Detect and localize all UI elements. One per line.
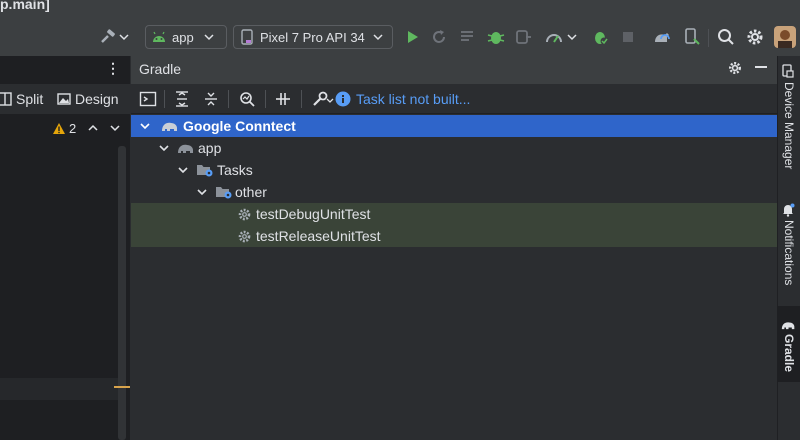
info-icon — [335, 91, 351, 107]
gradle-window-header — [131, 56, 777, 84]
chevron-down-icon[interactable] — [157, 141, 171, 155]
search-icon[interactable] — [716, 27, 736, 47]
tree-row-label: app — [198, 140, 222, 156]
chevron-down-icon — [373, 32, 383, 42]
android-icon — [146, 30, 172, 44]
folder-gear-icon — [215, 184, 233, 200]
chevron-down-icon[interactable] — [326, 93, 334, 111]
chevron-down-icon[interactable] — [176, 163, 190, 177]
phone-icon — [234, 29, 260, 45]
device-selector[interactable]: Pixel 7 Pro API 34 — [233, 25, 393, 49]
split-view-button[interactable]: Split — [0, 91, 43, 107]
tree-row-label: other — [235, 184, 267, 200]
chevron-down-icon[interactable] — [138, 119, 152, 133]
device-label: Pixel 7 Pro API 34 — [260, 29, 365, 45]
elephant-icon — [177, 141, 195, 155]
chevron-down-icon — [204, 32, 214, 42]
gear-icon — [236, 207, 252, 222]
device-mirror-icon[interactable] — [682, 27, 702, 47]
more-options-icon[interactable]: ⋮ — [106, 60, 120, 77]
avatar[interactable] — [774, 26, 796, 48]
device-manager-icon[interactable] — [781, 64, 795, 83]
window-title: p.main] — [0, 0, 50, 12]
execute-task-icon[interactable] — [139, 90, 157, 113]
warning-icon — [52, 122, 66, 135]
task-list-status-text: Task list not built... — [356, 91, 471, 107]
tree-row-label: testDebugUnitTest — [256, 206, 371, 222]
tree-row-label: Tasks — [217, 162, 253, 178]
tree-row-project[interactable]: Google Conntect — [131, 115, 777, 137]
chevron-down-icon[interactable] — [109, 121, 121, 139]
tree-row-tasks[interactable]: Tasks — [131, 159, 777, 181]
split-icon — [0, 92, 12, 106]
error-stripe-marker[interactable] — [114, 386, 130, 388]
tree-row-label: testReleaseUnitTest — [256, 228, 381, 244]
gear-icon[interactable] — [727, 60, 743, 81]
tree-row-group[interactable]: other — [131, 181, 777, 203]
tree-row-module[interactable]: app — [131, 137, 777, 159]
attach-debugger-icon[interactable] — [514, 27, 534, 47]
bug-sync-icon[interactable] — [590, 27, 610, 47]
tree-row-label: Google Conntect — [183, 118, 296, 134]
chevron-up-icon[interactable] — [87, 121, 99, 139]
gradle-tab[interactable]: Gradle — [782, 334, 796, 372]
run-config-label: app — [172, 29, 194, 45]
gradle-task-tree: Google Conntect app Tasks other testDebu… — [131, 114, 777, 440]
analyze-dependencies-icon[interactable] — [238, 90, 256, 113]
split-label: Split — [16, 91, 44, 107]
gear-icon — [236, 229, 252, 244]
elephant-icon — [161, 119, 179, 133]
chevron-down-icon[interactable] — [195, 185, 209, 199]
warning-indicator[interactable]: 2 — [52, 121, 76, 136]
toggle-offline-icon[interactable] — [274, 90, 292, 113]
gradle-window-title: Gradle — [139, 61, 182, 77]
design-view-button[interactable]: Design — [57, 91, 119, 107]
gradle-sync-icon[interactable] — [652, 27, 672, 47]
tree-row-task[interactable]: testDebugUnitTest — [131, 203, 777, 225]
design-label: Design — [75, 91, 119, 107]
run-icon[interactable] — [402, 27, 422, 47]
chevron-down-icon[interactable] — [118, 27, 130, 47]
tree-row-task[interactable]: testReleaseUnitTest — [131, 225, 777, 247]
current-line-highlight — [0, 378, 118, 400]
folder-gear-icon — [196, 162, 214, 178]
debug-icon[interactable] — [486, 27, 506, 47]
expand-all-icon[interactable] — [173, 90, 191, 113]
task-list-status[interactable]: Task list not built... — [335, 91, 470, 107]
image-icon — [57, 92, 71, 106]
rerun-icon[interactable] — [429, 27, 449, 47]
chevron-down-icon[interactable] — [566, 27, 578, 47]
collapse-all-icon[interactable] — [202, 90, 220, 113]
apply-changes-icon[interactable] — [458, 27, 478, 47]
gear-icon[interactable] — [745, 27, 765, 47]
run-config-selector[interactable]: app — [145, 25, 227, 49]
editor-scrollbar[interactable] — [118, 146, 126, 440]
hammer-icon[interactable] — [98, 27, 118, 47]
device-manager-tab[interactable]: Device Manager — [782, 82, 796, 169]
stop-icon[interactable] — [618, 27, 638, 47]
notifications-tab[interactable]: Notifications — [782, 220, 796, 285]
warning-count: 2 — [69, 121, 77, 136]
minimize-icon[interactable] — [755, 66, 767, 68]
profiler-icon[interactable] — [544, 27, 564, 47]
